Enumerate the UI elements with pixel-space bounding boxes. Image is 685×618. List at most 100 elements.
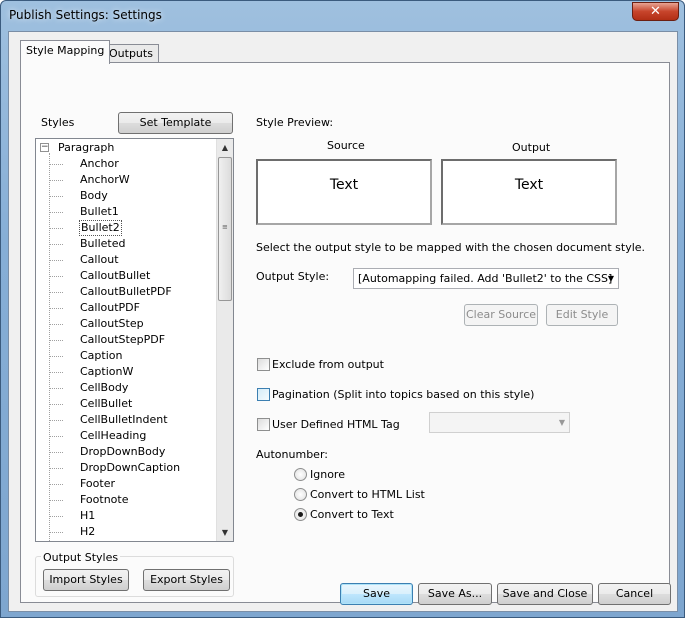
clear-source-button[interactable]: Clear Source <box>464 304 538 326</box>
tree-item-cellbody[interactable]: CellBody <box>79 380 129 396</box>
radio-selected-dot <box>298 512 303 517</box>
tree-branch-line <box>50 388 63 389</box>
radio-convert-text[interactable] <box>294 508 307 521</box>
dialog-window: Publish Settings: Settings ✕ Style Mappi… <box>0 0 685 618</box>
tab-style-mapping[interactable]: Style Mapping <box>20 40 111 64</box>
tree-branch-line <box>50 196 63 197</box>
output-style-value: [Automapping failed. Add 'Bullet2' to th… <box>358 272 613 285</box>
tree-item-dropdowncaption[interactable]: DropDownCaption <box>79 460 181 476</box>
pagination-checkbox[interactable] <box>257 388 270 401</box>
tree-branch-line <box>50 340 63 341</box>
styles-label: Styles <box>41 116 75 129</box>
tree-branch-line <box>50 308 63 309</box>
tree-item-body[interactable]: Body <box>79 188 109 204</box>
tree-item-cellheading[interactable]: CellHeading <box>79 428 147 444</box>
tree-item-calloutsteppdf[interactable]: CalloutStepPDF <box>79 332 166 348</box>
save-and-close-button[interactable]: Save and Close <box>497 583 593 605</box>
save-as-button[interactable]: Save As... <box>418 583 492 605</box>
output-style-select[interactable]: [Automapping failed. Add 'Bullet2' to th… <box>353 268 619 289</box>
tree-branch-line <box>50 212 63 213</box>
tree-branch-line <box>50 436 63 437</box>
tree-item-h2[interactable]: H2 <box>79 524 96 540</box>
scroll-down-icon[interactable]: ▼ <box>217 524 233 541</box>
title-bar[interactable]: Publish Settings: Settings ✕ <box>1 1 684 31</box>
collapse-icon[interactable]: − <box>40 143 49 152</box>
user-tag-checkbox[interactable] <box>257 418 270 431</box>
source-preview: Text <box>256 159 432 225</box>
tree-item-anchorw[interactable]: AnchorW <box>79 172 131 188</box>
dialog-client: Style Mapping Outputs Styles Set Templat… <box>8 31 678 612</box>
dropdown-arrow-icon: ▼ <box>607 274 614 283</box>
import-styles-button[interactable]: Import Styles <box>43 569 129 591</box>
scroll-thumb[interactable]: ≡ <box>218 157 232 301</box>
tree-item-calloutbullet[interactable]: CalloutBullet <box>79 268 151 284</box>
tree-item-footer[interactable]: Footer <box>79 476 116 492</box>
output-styles-label: Output Styles <box>41 551 121 564</box>
user-tag-select[interactable]: ▼ <box>429 412 570 433</box>
scroll-up-icon[interactable]: ▲ <box>217 139 233 156</box>
tree-item-cellbulletindent[interactable]: CellBulletIndent <box>79 412 169 428</box>
tree-branch-line <box>50 372 63 373</box>
tree-item-bulleted[interactable]: Bulleted <box>79 236 126 252</box>
tree-branch-line <box>50 260 63 261</box>
output-style-label: Output Style: <box>256 270 330 283</box>
tree-item-h1[interactable]: H1 <box>79 508 96 524</box>
tree-branch-line <box>50 228 63 229</box>
mapping-instruction: Select the output style to be mapped wit… <box>256 241 646 254</box>
output-label: Output <box>512 141 551 154</box>
close-button[interactable]: ✕ <box>632 2 679 21</box>
tree-branch-line <box>50 468 63 469</box>
tree-branch-line <box>50 452 63 453</box>
style-preview-label: Style Preview: <box>256 116 334 129</box>
tab-outputs[interactable]: Outputs <box>103 44 159 63</box>
tree-branch-line <box>50 244 63 245</box>
close-icon: ✕ <box>650 4 661 19</box>
style-mapping-panel: Styles Set Template − Paragraph Anchor An… <box>20 62 670 603</box>
radio-convert-text-label[interactable]: Convert to Text <box>310 508 394 521</box>
tree-branch-line <box>50 404 63 405</box>
tree-item-calloutpdf[interactable]: CalloutPDF <box>79 300 141 316</box>
cancel-button[interactable]: Cancel <box>598 583 671 605</box>
tree-branch-line <box>50 292 63 293</box>
window-title: Publish Settings: Settings <box>9 8 162 22</box>
tree-item-cellbullet[interactable]: CellBullet <box>79 396 133 412</box>
tree-branch-line <box>50 500 63 501</box>
radio-html-list-label[interactable]: Convert to HTML List <box>310 488 425 501</box>
grip-icon: ≡ <box>222 223 228 231</box>
tree-branch-line <box>50 532 63 533</box>
edit-style-button[interactable]: Edit Style <box>546 304 618 326</box>
tree-root-paragraph[interactable]: Paragraph <box>58 140 114 156</box>
tree-item-bullet2[interactable]: Bullet2 <box>79 220 122 236</box>
tree-item-calloutbulletpdf[interactable]: CalloutBulletPDF <box>79 284 173 300</box>
tree-item-callout[interactable]: Callout <box>79 252 120 268</box>
tree-branch-line <box>50 180 63 181</box>
tree-scrollbar[interactable]: ▲ ≡ ▼ <box>216 139 233 541</box>
tree-item-footnote[interactable]: Footnote <box>79 492 130 508</box>
tree-item-captionw[interactable]: CaptionW <box>79 364 134 380</box>
output-preview: Text <box>441 159 617 225</box>
exclude-label[interactable]: Exclude from output <box>272 358 384 371</box>
radio-html-list[interactable] <box>294 488 307 501</box>
tree-branch-line <box>50 276 63 277</box>
pagination-label[interactable]: Pagination (Split into topics based on t… <box>272 388 534 401</box>
tree-branch-line <box>50 356 63 357</box>
tree-branch-line <box>50 164 63 165</box>
source-label: Source <box>327 139 365 152</box>
export-styles-button[interactable]: Export Styles <box>143 569 230 591</box>
dropdown-arrow-icon: ▼ <box>558 418 565 427</box>
tree-item-anchor[interactable]: Anchor <box>79 156 120 172</box>
tree-item-bullet1[interactable]: Bullet1 <box>79 204 120 220</box>
exclude-checkbox[interactable] <box>257 358 270 371</box>
radio-ignore[interactable] <box>294 468 307 481</box>
tree-item-caption[interactable]: Caption <box>79 348 123 364</box>
user-tag-label[interactable]: User Defined HTML Tag <box>272 418 400 431</box>
radio-ignore-label[interactable]: Ignore <box>310 468 345 481</box>
tree-item-dropdownbody[interactable]: DropDownBody <box>79 444 166 460</box>
tree-branch-line <box>50 484 63 485</box>
tree-branch-line <box>50 516 63 517</box>
set-template-button[interactable]: Set Template <box>118 112 233 134</box>
tree-item-calloutstep[interactable]: CalloutStep <box>79 316 145 332</box>
styles-tree[interactable]: − Paragraph Anchor AnchorW Body Bullet1 Bull… <box>35 138 234 542</box>
tree-branch-line <box>50 324 63 325</box>
save-button[interactable]: Save <box>340 583 413 605</box>
